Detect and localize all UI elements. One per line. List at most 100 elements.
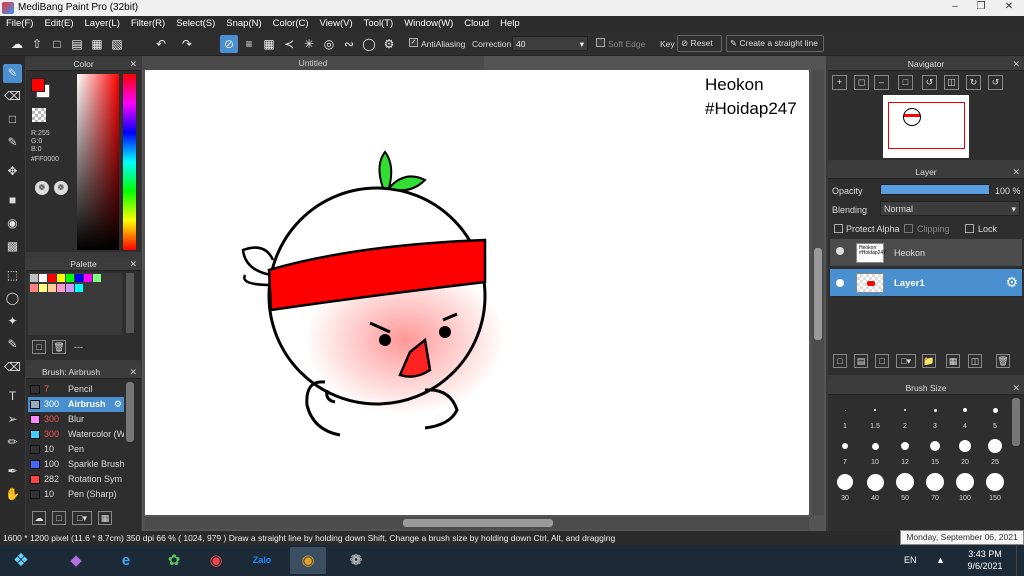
dot-tool-icon[interactable]: ✎ <box>3 133 22 152</box>
brush-item[interactable]: 300 Watercolor (W <box>28 427 124 442</box>
duplicate-layer-icon[interactable]: ▤ <box>854 354 868 368</box>
merge-layer-icon[interactable]: ▦ <box>946 354 960 368</box>
undo-icon[interactable]: ↶ <box>152 35 170 53</box>
foreground-color-swatch[interactable] <box>31 78 45 92</box>
visibility-icon[interactable] <box>836 247 844 255</box>
zoom-out-icon[interactable]: – <box>874 75 889 90</box>
internet-explorer-icon[interactable]: e <box>108 547 144 574</box>
brush-size-option[interactable]: 1.5 <box>860 399 890 433</box>
show-desktop-button[interactable] <box>1016 545 1024 576</box>
hue-slider[interactable] <box>123 74 136 250</box>
palette-scrollbar[interactable] <box>126 273 134 333</box>
menu-tool[interactable]: Tool(T) <box>358 16 399 29</box>
trash-icon[interactable]: 🗑 <box>52 340 66 354</box>
clock[interactable]: 3:43 PM 9/6/2021 <box>960 548 1010 572</box>
circle-snap-icon[interactable]: ◯ <box>360 35 378 53</box>
menu-layer[interactable]: Layer(L) <box>79 16 125 29</box>
select-eraser-icon[interactable]: ⌫ <box>3 358 22 377</box>
palette-swatch[interactable] <box>66 274 74 282</box>
create-straight-line-button[interactable]: ✎ Create a straight line <box>726 35 824 52</box>
brush-size-option[interactable]: 100 <box>950 471 980 505</box>
start-button[interactable]: ❖ <box>2 547 40 574</box>
close-button[interactable]: ✕ <box>996 0 1022 14</box>
curve-snap-icon[interactable]: ∾ <box>340 35 358 53</box>
paint-app-icon[interactable]: ❁ <box>338 547 374 574</box>
color-add-icon[interactable]: ❁ <box>54 181 68 195</box>
pages-icon[interactable]: ▧ <box>108 35 126 53</box>
close-panel-icon[interactable]: ✕ <box>129 365 137 379</box>
add-layer-icon[interactable]: □ <box>875 354 889 368</box>
zoom-fit-icon[interactable]: ◻ <box>854 75 869 90</box>
palette-swatch[interactable] <box>39 274 47 282</box>
palette-swatch[interactable] <box>48 284 56 292</box>
brush-size-option[interactable]: 2 <box>890 399 920 433</box>
select-tool-icon[interactable]: ⬚ <box>3 266 22 285</box>
gear-icon[interactable]: ⚙ <box>1005 274 1018 291</box>
close-panel-icon[interactable]: ✕ <box>1012 381 1020 395</box>
clipping-checkbox[interactable] <box>904 224 913 233</box>
brush-size-option[interactable]: 12 <box>890 435 920 469</box>
new-layer-icon[interactable]: □ <box>833 354 847 368</box>
cloud-icon[interactable]: ☁ <box>8 35 26 53</box>
menu-cloud[interactable]: Cloud <box>458 16 494 29</box>
brush-item[interactable]: 100 Sparkle Brush <box>28 457 124 472</box>
coccoc-browser-icon[interactable]: ✿ <box>156 547 192 574</box>
brush-item[interactable]: 10 Pen <box>28 442 124 457</box>
rotate-right-icon[interactable]: ↻ <box>966 75 981 90</box>
menu-view[interactable]: View(V) <box>314 16 358 29</box>
grid-snap-icon[interactable]: ▦ <box>260 35 278 53</box>
brush-item[interactable]: 10 Pen (Sharp) <box>28 487 124 502</box>
reset-button[interactable]: ⊘ Reset <box>677 35 722 52</box>
arrow-up-icon[interactable]: ▲ <box>936 555 945 565</box>
snap-settings-icon[interactable]: ⚙ <box>380 35 398 53</box>
palette-icon[interactable]: ❁ <box>35 181 49 195</box>
brush-item[interactable]: 282 Rotation Sym <box>28 472 124 487</box>
text-tool-icon[interactable]: T <box>3 387 22 406</box>
drawing-canvas[interactable]: Heokon #Hoidap247 <box>145 70 809 515</box>
soft-edge-checkbox[interactable] <box>596 38 605 47</box>
opacity-slider[interactable] <box>880 184 990 195</box>
vanish-snap-icon[interactable]: ≺ <box>280 35 298 53</box>
rotate-left-icon[interactable]: ↺ <box>922 75 937 90</box>
new-palette-icon[interactable]: □ <box>32 340 46 354</box>
horizontal-scrollbar[interactable] <box>145 517 809 529</box>
folder-icon[interactable]: 📁 <box>922 354 936 368</box>
palette-swatch[interactable] <box>93 274 101 282</box>
share-icon[interactable]: ⇧ <box>28 35 46 53</box>
reset-rotation-icon[interactable]: ↺ <box>988 75 1003 90</box>
palette-swatch[interactable] <box>66 284 74 292</box>
add-brush-menu-icon[interactable]: □▾ <box>72 511 92 525</box>
brush-scrollbar[interactable] <box>126 382 134 442</box>
vertical-scroll-thumb[interactable] <box>814 248 822 340</box>
brush-size-option[interactable]: 5 <box>980 399 1010 433</box>
comment-icon[interactable]: □ <box>48 35 66 53</box>
hand-tool-icon[interactable]: ✋ <box>3 485 22 504</box>
chat-icon[interactable]: ▤ <box>68 35 86 53</box>
menu-snap[interactable]: Snap(N) <box>220 16 266 29</box>
brush-size-option[interactable]: 15 <box>920 435 950 469</box>
menu-edit[interactable]: Edit(E) <box>38 16 78 29</box>
brush-item[interactable]: 7 Pencil <box>28 382 124 397</box>
maximize-button[interactable]: ❐ <box>968 0 994 14</box>
palette-swatch[interactable] <box>75 274 83 282</box>
eyedropper-tool-icon[interactable]: ✏ <box>3 433 22 452</box>
rectangle-tool-icon[interactable]: □ <box>3 110 22 129</box>
minimize-button[interactable]: – <box>942 0 968 14</box>
menu-color[interactable]: Color(C) <box>267 16 314 29</box>
brush-item[interactable]: 300 Blur <box>28 412 124 427</box>
menu-filter[interactable]: Filter(R) <box>125 16 170 29</box>
zalo-icon[interactable]: Zalo <box>244 547 280 574</box>
visibility-icon[interactable] <box>836 279 844 287</box>
palette-swatch[interactable] <box>75 284 83 292</box>
palette-swatch[interactable] <box>30 284 38 292</box>
menu-select[interactable]: Select(S) <box>170 16 220 29</box>
flip-icon[interactable]: ◫ <box>944 75 959 90</box>
saturation-value-picker[interactable] <box>77 74 119 250</box>
eraser-tool-icon[interactable]: ⌫ <box>3 87 22 106</box>
medibang-icon[interactable]: ◉ <box>290 547 326 574</box>
brush-size-option[interactable]: 20 <box>950 435 980 469</box>
concentric-snap-icon[interactable]: ◎ <box>320 35 338 53</box>
brush-size-option[interactable]: 30 <box>830 471 860 505</box>
blending-select[interactable]: Normal ▾ <box>880 201 1020 216</box>
brush-size-option[interactable]: 10 <box>860 435 890 469</box>
